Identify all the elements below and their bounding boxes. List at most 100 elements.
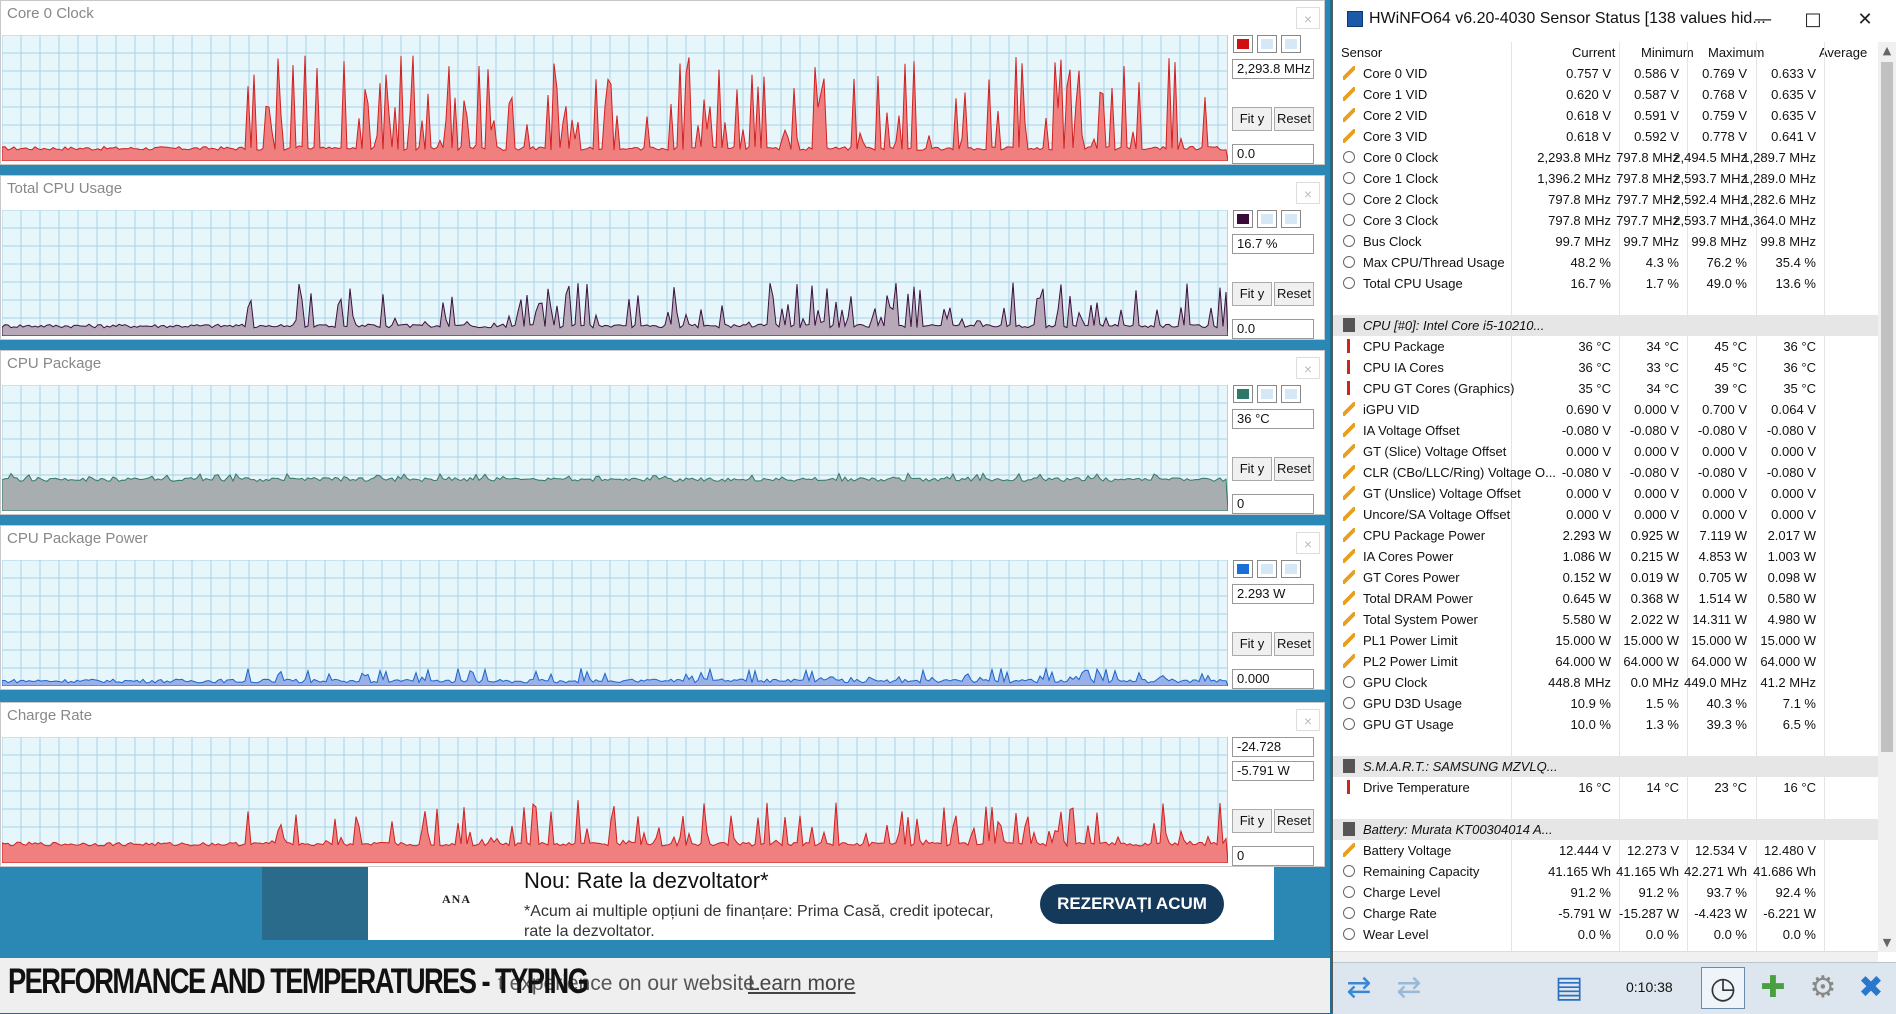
- graph-window-4[interactable]: Charge Rate × -24.728 -5.791 W Fit y Reset 0: [0, 702, 1325, 867]
- trace-option-toggle[interactable]: [1257, 385, 1277, 403]
- sensor-row[interactable]: Total DRAM Power 0.645 W 0.368 W 1.514 W 0.5…: [1333, 588, 1878, 609]
- sensor-row[interactable]: PL1 Power Limit 15.000 W 15.000 W 15.000 W 1…: [1333, 630, 1878, 651]
- minimize-button[interactable]: —: [1743, 6, 1783, 34]
- sensor-row[interactable]: Charge Rate -5.791 W -15.287 W -4.423 W -6.2…: [1333, 903, 1878, 924]
- sensor-row[interactable]: IA Cores Power 1.086 W 0.215 W 4.853 W 1.003…: [1333, 546, 1878, 567]
- vertical-scrollbar[interactable]: ▲ ▼: [1878, 42, 1896, 952]
- sensor-row[interactable]: Max CPU/Thread Usage 48.2 % 4.3 % 76.2 % 35.…: [1333, 252, 1878, 273]
- graph-min-value[interactable]: 0.0: [1232, 144, 1314, 164]
- sensor-row[interactable]: Core 3 Clock 797.8 MHz 797.7 MHz 2,593.7 MH…: [1333, 210, 1878, 231]
- graph-close-icon[interactable]: ×: [1296, 182, 1320, 204]
- sensor-row[interactable]: Bus Clock 99.7 MHz 99.7 MHz 99.8 MHz 99.8 MH…: [1333, 231, 1878, 252]
- advertisement-banner[interactable]: ANA Nou: Rate la dezvoltator* *Acum ai m…: [262, 862, 1274, 940]
- trace-option-toggle[interactable]: [1281, 385, 1301, 403]
- graph-plot[interactable]: [2, 35, 1228, 161]
- hwinfo-titlebar[interactable]: HWiNFO64 v6.20-4030 Sensor Status [138 v…: [1333, 0, 1896, 40]
- graph-window-3[interactable]: CPU Package Power × 2.293 W Fit y Reset 0.000: [0, 525, 1325, 690]
- reset-button[interactable]: Reset: [1274, 107, 1314, 131]
- sensor-row[interactable]: GPU GT Usage 10.0 % 1.3 % 39.3 % 6.5 %: [1333, 714, 1878, 735]
- col-average[interactable]: Average: [1819, 45, 1867, 60]
- nav-arrows-dim-icon[interactable]: ⇄: [1387, 967, 1431, 1009]
- fit-y-button[interactable]: Fit y: [1232, 107, 1272, 131]
- close-button[interactable]: ✕: [1845, 6, 1885, 34]
- sensor-row[interactable]: CPU Package Power 2.293 W 0.925 W 7.119 W 2.…: [1333, 525, 1878, 546]
- clock-icon[interactable]: ◷: [1701, 967, 1745, 1009]
- sensor-row[interactable]: Remaining Capacity 41.165 Wh 41.165 Wh 42.2…: [1333, 861, 1878, 882]
- sensor-row[interactable]: Core 1 Clock 1,396.2 MHz 797.8 MHz 2,593.7 …: [1333, 168, 1878, 189]
- trace-option-toggle[interactable]: [1257, 35, 1277, 53]
- fit-y-button[interactable]: Fit y: [1232, 282, 1272, 306]
- scroll-down-icon[interactable]: ▼: [1878, 934, 1896, 952]
- sensor-row[interactable]: Core 2 VID 0.618 V 0.591 V 0.759 V 0.635 V: [1333, 105, 1878, 126]
- fit-y-button[interactable]: Fit y: [1232, 457, 1272, 481]
- trace-option-toggle[interactable]: [1257, 560, 1277, 578]
- settings-icon[interactable]: ⚙: [1801, 967, 1845, 1009]
- col-current[interactable]: Current: [1572, 45, 1615, 60]
- scroll-up-icon[interactable]: ▲: [1878, 42, 1896, 60]
- sensor-row[interactable]: GT (Slice) Voltage Offset 0.000 V 0.000 V 0…: [1333, 441, 1878, 462]
- sensor-row[interactable]: Core 3 VID 0.618 V 0.592 V 0.778 V 0.641 V: [1333, 126, 1878, 147]
- graph-plot[interactable]: [2, 737, 1228, 863]
- reset-button[interactable]: Reset: [1274, 809, 1314, 833]
- sensor-row[interactable]: CPU GT Cores (Graphics) 35 °C 34 °C 39 °C 35…: [1333, 378, 1878, 399]
- graph-min-value[interactable]: 0: [1232, 846, 1314, 866]
- col-minimum[interactable]: Minimum: [1641, 45, 1694, 60]
- sensor-row[interactable]: Total CPU Usage 16.7 % 1.7 % 49.0 % 13.6 %: [1333, 273, 1878, 294]
- trace-color-swatch[interactable]: [1233, 560, 1253, 578]
- sensor-row[interactable]: Drive Temperature 16 °C 14 °C 23 °C 16 °C: [1333, 777, 1878, 798]
- sensor-group-header[interactable]: S.M.A.R.T.: SAMSUNG MZVLQ...: [1333, 756, 1878, 777]
- sensor-row[interactable]: Charge Level 91.2 % 91.2 % 93.7 % 92.4 %: [1333, 882, 1878, 903]
- graph-close-icon[interactable]: ×: [1296, 709, 1320, 731]
- graph-close-icon[interactable]: ×: [1296, 357, 1320, 379]
- sensor-group-header[interactable]: CPU [#0]: Intel Core i5-10210...: [1333, 315, 1878, 336]
- graph-close-icon[interactable]: ×: [1296, 7, 1320, 29]
- trace-color-swatch[interactable]: [1233, 385, 1253, 403]
- reset-button[interactable]: Reset: [1274, 457, 1314, 481]
- trace-color-swatch[interactable]: [1233, 210, 1253, 228]
- sensor-row[interactable]: GT (Unslice) Voltage Offset 0.000 V 0.000 …: [1333, 483, 1878, 504]
- sensor-row[interactable]: Total System Power 5.580 W 2.022 W 14.311 W…: [1333, 609, 1878, 630]
- sensor-row[interactable]: Core 0 Clock 2,293.8 MHz 797.8 MHz 2,494.5 …: [1333, 147, 1878, 168]
- add-report-icon[interactable]: ✚: [1751, 967, 1795, 1009]
- network-icon[interactable]: ▤: [1547, 967, 1591, 1009]
- trace-option-toggle[interactable]: [1281, 210, 1301, 228]
- fit-y-button[interactable]: Fit y: [1232, 632, 1272, 656]
- reset-button[interactable]: Reset: [1274, 282, 1314, 306]
- sensor-row[interactable]: Core 2 Clock 797.8 MHz 797.7 MHz 2,592.4 MH…: [1333, 189, 1878, 210]
- sensor-row[interactable]: Battery Voltage 12.444 V 12.273 V 12.534 V 1…: [1333, 840, 1878, 861]
- sensor-row[interactable]: CLR (CBo/LLC/Ring) Voltage O... -0.080 V -…: [1333, 462, 1878, 483]
- reset-button[interactable]: Reset: [1274, 632, 1314, 656]
- hwinfo-window[interactable]: HWiNFO64 v6.20-4030 Sensor Status [138 v…: [1331, 0, 1896, 1014]
- sensor-row[interactable]: GPU Clock 448.8 MHz 0.0 MHz 449.0 MHz 41.2 M…: [1333, 672, 1878, 693]
- sensor-row[interactable]: Core 0 VID 0.757 V 0.586 V 0.769 V 0.633 V: [1333, 63, 1878, 84]
- trace-color-swatch[interactable]: [1233, 35, 1253, 53]
- graph-close-icon[interactable]: ×: [1296, 532, 1320, 554]
- graph-min-value[interactable]: 0: [1232, 494, 1314, 514]
- sensor-row[interactable]: IA Voltage Offset -0.080 V -0.080 V -0.080 …: [1333, 420, 1878, 441]
- trace-option-toggle[interactable]: [1281, 560, 1301, 578]
- ad-cta-button[interactable]: REZERVAȚI ACUM: [1040, 884, 1224, 924]
- sensor-row[interactable]: GPU D3D Usage 10.9 % 1.5 % 40.3 % 7.1 %: [1333, 693, 1878, 714]
- graph-plot[interactable]: [2, 210, 1228, 336]
- graph-min-value[interactable]: 0.0: [1232, 319, 1314, 339]
- scrollbar-thumb[interactable]: [1881, 62, 1893, 752]
- sensor-row[interactable]: PL2 Power Limit 64.000 W 64.000 W 64.000 W 6…: [1333, 651, 1878, 672]
- trace-option-toggle[interactable]: [1257, 210, 1277, 228]
- sensor-row[interactable]: Uncore/SA Voltage Offset 0.000 V 0.000 V 0.…: [1333, 504, 1878, 525]
- graph-window-0[interactable]: Core 0 Clock × 2,293.8 MHz Fit y Reset 0.0: [0, 0, 1325, 165]
- sensor-group-header[interactable]: Battery: Murata KT00304014 A...: [1333, 819, 1878, 840]
- sensor-row[interactable]: CPU IA Cores 36 °C 33 °C 45 °C 36 °C: [1333, 357, 1878, 378]
- col-sensor[interactable]: Sensor: [1341, 45, 1382, 60]
- horizontal-scrollbar[interactable]: [1333, 951, 1878, 962]
- maximize-button[interactable]: □: [1793, 6, 1833, 34]
- trace-option-toggle[interactable]: [1281, 35, 1301, 53]
- graph-plot[interactable]: [2, 385, 1228, 511]
- sensor-row[interactable]: CPU Package 36 °C 34 °C 45 °C 36 °C: [1333, 336, 1878, 357]
- sensor-row[interactable]: Core 1 VID 0.620 V 0.587 V 0.768 V 0.635 V: [1333, 84, 1878, 105]
- sensor-row[interactable]: iGPU VID 0.690 V 0.000 V 0.700 V 0.064 V: [1333, 399, 1878, 420]
- graph-window-1[interactable]: Total CPU Usage × 16.7 % Fit y Reset 0.0: [0, 175, 1325, 340]
- graph-min-value[interactable]: 0.000: [1232, 669, 1314, 689]
- sensor-row[interactable]: GT Cores Power 0.152 W 0.019 W 0.705 W 0.098…: [1333, 567, 1878, 588]
- graph-window-2[interactable]: CPU Package × 36 °C Fit y Reset 0: [0, 350, 1325, 515]
- learn-more-link[interactable]: Learn more: [748, 972, 855, 996]
